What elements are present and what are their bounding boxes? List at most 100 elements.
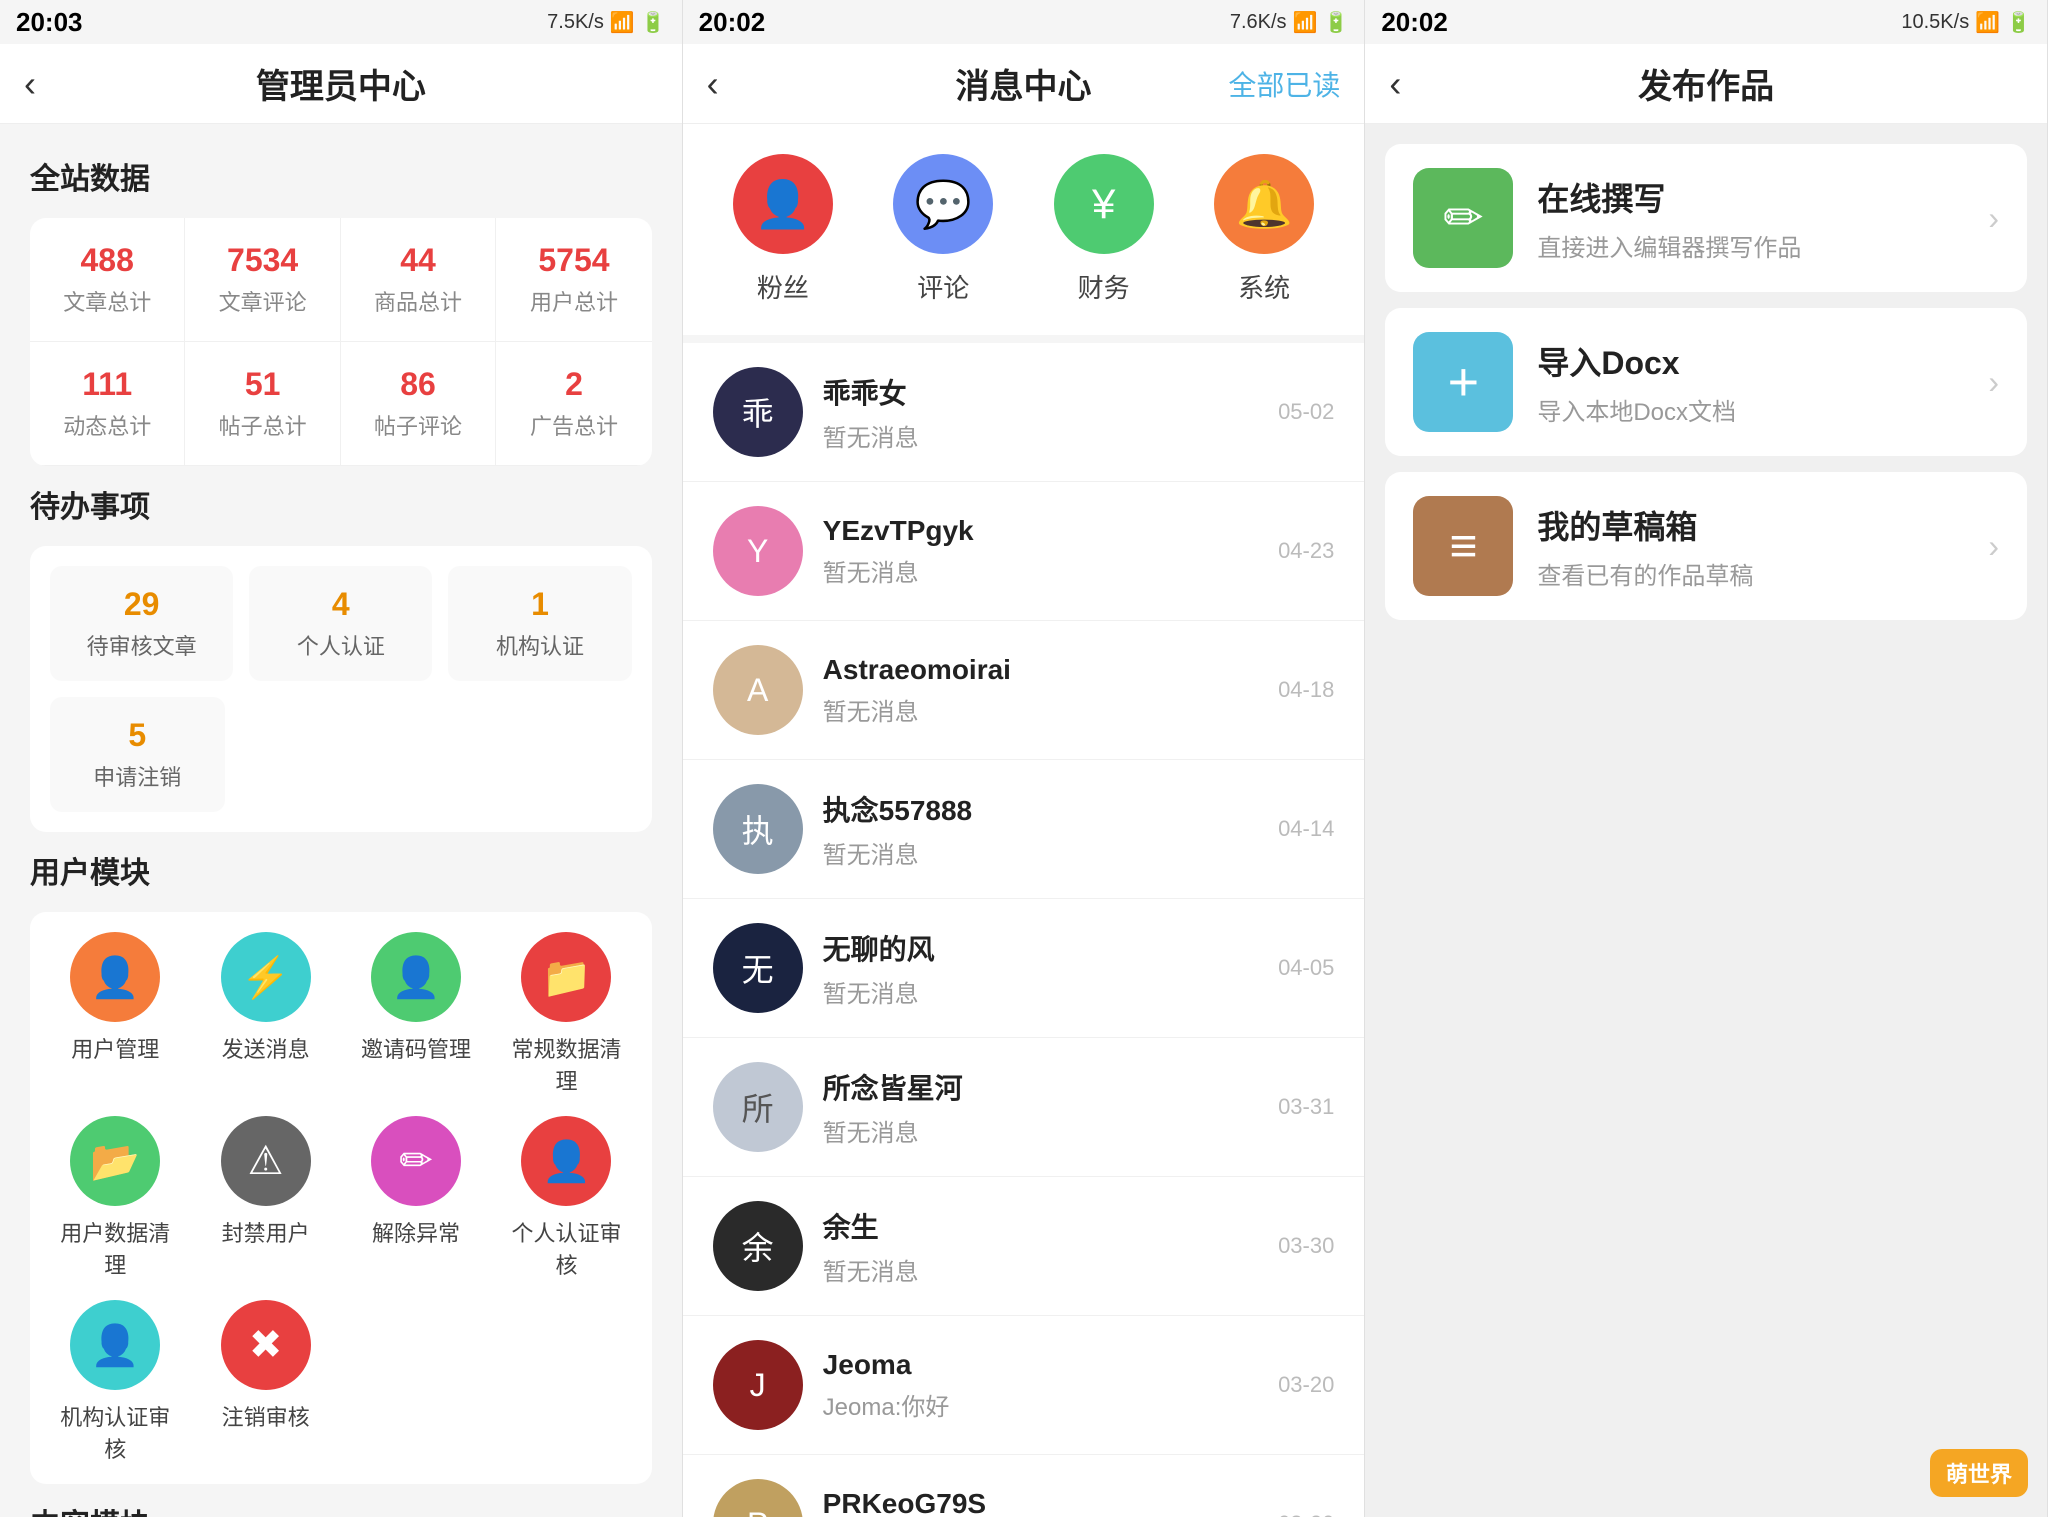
msg-preview-5: 暂无消息 [823,1113,1268,1148]
msg-preview-0: 暂无消息 [823,418,1268,453]
todo-num-pending: 29 [124,586,160,623]
stat-num-comments: 7534 [227,242,298,279]
module-personal-audit[interactable]: 👤 个人认证审核 [501,1116,631,1280]
msg-item-3[interactable]: 执 执念557888 暂无消息 04-14 [683,760,1365,899]
msg-content-4: 无聊的风 暂无消息 [823,928,1268,1009]
msg-time-4: 04-05 [1278,955,1334,981]
status-bar-admin: 20:03 7.5K/s 📶 🔋 [0,0,682,44]
system-icon-circle: 🔔 [1214,154,1314,254]
stat-item[interactable]: 86 帖子评论 [341,342,496,466]
stat-num-users: 5754 [538,242,609,279]
msg-preview-4: 暂无消息 [823,974,1268,1009]
battery-admin: 🔋 [641,10,666,35]
module-invite-code[interactable]: 👤 邀请码管理 [351,932,481,1096]
module-ban-user[interactable]: ⚠ 封禁用户 [200,1116,330,1280]
msg-item-6[interactable]: 余 余生 暂无消息 03-30 [683,1177,1365,1316]
stat-item[interactable]: 488 文章总计 [30,218,185,342]
todo-label-cancel: 申请注销 [93,760,181,792]
todo-cancel-apply[interactable]: 5 申请注销 [50,697,225,812]
stat-num-goods: 44 [400,242,436,279]
finance-label: 财务 [1078,268,1130,305]
module-send-msg[interactable]: ⚡ 发送消息 [200,932,330,1096]
drafts-title: 我的草稿箱 [1537,502,1988,548]
stat-item[interactable]: 2 广告总计 [496,342,651,466]
back-button-publish[interactable]: ‹ [1389,63,1401,105]
message-panel: 20:02 7.6K/s 📶 🔋 ‹ 消息中心 全部已读 👤 粉丝 💬 评论 ¥… [683,0,1366,1517]
msg-item-5[interactable]: 所 所念皆星河 暂无消息 03-31 [683,1038,1365,1177]
status-icons-publish: 10.5K/s 📶 🔋 [1901,10,2031,35]
module-unblock[interactable]: ✏ 解除异常 [351,1116,481,1280]
todo-grid: 29 待审核文章 4 个人认证 1 机构认证 [50,566,632,681]
category-comments[interactable]: 💬 评论 [893,154,993,305]
network-speed-publish: 10.5K/s [1901,11,1969,34]
publish-import-docx[interactable]: + 导入Docx 导入本地Docx文档 › [1385,308,2027,456]
status-bar-msg: 20:02 7.6K/s 📶 🔋 [683,0,1365,44]
todo-label-pending: 待审核文章 [87,629,197,661]
msg-item-1[interactable]: Y YEzvTPgyk 暂无消息 04-23 [683,482,1365,621]
stat-item[interactable]: 5754 用户总计 [496,218,651,342]
stat-label-users: 用户总计 [530,285,618,317]
time-admin: 20:03 [16,7,83,38]
back-button-admin[interactable]: ‹ [24,63,36,105]
import-docx-desc: 导入本地Docx文档 [1537,392,1988,427]
module-icon-cancelaudit: ✖ [221,1300,311,1390]
admin-title: 管理员中心 [256,59,426,108]
drafts-text: 我的草稿箱 查看已有的作品草稿 [1537,502,1988,591]
module-label-user: 用户管理 [71,1032,159,1064]
msg-title: 消息中心 [956,59,1092,108]
module-user-data-clean[interactable]: 📂 用户数据清理 [50,1116,180,1280]
category-system[interactable]: 🔔 系统 [1214,154,1314,305]
system-label: 系统 [1238,268,1290,305]
module-data-clean[interactable]: 📁 常规数据清理 [501,932,631,1096]
todo-num-org: 1 [531,586,549,623]
stat-num-posts: 51 [245,366,281,403]
msg-time-6: 03-30 [1278,1233,1334,1259]
todo-title: 待办事项 [30,482,652,526]
msg-name-5: 所念皆星河 [823,1067,1268,1107]
todo-label-org: 机构认证 [496,629,584,661]
stat-label-posts: 帖子总计 [219,409,307,441]
msg-item-8[interactable]: P PRKeoG79S 暂无消息 03-20 [683,1455,1365,1517]
module-org-audit[interactable]: 👤 机构认证审核 [50,1300,180,1464]
stat-item[interactable]: 51 帖子总计 [185,342,340,466]
msg-item-0[interactable]: 乖 乖乖女 暂无消息 05-02 [683,343,1365,482]
msg-preview-2: 暂无消息 [823,692,1268,727]
site-data-title: 全站数据 [30,154,652,198]
avatar-5: 所 [713,1062,803,1152]
mark-all-read-button[interactable]: 全部已读 [1228,64,1340,104]
user-module-section: 👤 用户管理 ⚡ 发送消息 👤 邀请码管理 📁 常规数据清理 📂 用 [30,912,652,1484]
publish-drafts[interactable]: ≡ 我的草稿箱 查看已有的作品草稿 › [1385,472,2027,620]
publish-header: ‹ 发布作品 [1365,44,2047,124]
back-button-msg[interactable]: ‹ [707,63,719,105]
module-cancel-audit[interactable]: ✖ 注销审核 [200,1300,330,1464]
todo-org-verify[interactable]: 1 机构认证 [448,566,631,681]
todo-pending-articles[interactable]: 29 待审核文章 [50,566,233,681]
stat-label-dynamic: 动态总计 [63,409,151,441]
publish-online-write[interactable]: ✏ 在线撰写 直接进入编辑器撰写作品 › [1385,144,2027,292]
msg-name-7: Jeoma [823,1349,1268,1381]
category-finance[interactable]: ¥ 财务 [1054,154,1154,305]
msg-content-7: Jeoma Jeoma:你好 [823,1349,1268,1422]
msg-item-4[interactable]: 无 无聊的风 暂无消息 04-05 [683,899,1365,1038]
msg-item-7[interactable]: J Jeoma Jeoma:你好 03-20 [683,1316,1365,1455]
network-speed-admin: 7.5K/s [547,11,604,34]
signal-icon: 📶 [610,10,635,35]
online-write-icon: ✏ [1413,168,1513,268]
module-user-management[interactable]: 👤 用户管理 [50,932,180,1096]
drafts-desc: 查看已有的作品草稿 [1537,556,1988,591]
category-fans[interactable]: 👤 粉丝 [733,154,833,305]
module-label-sendmsg: 发送消息 [222,1032,310,1064]
msg-header: ‹ 消息中心 全部已读 [683,44,1365,124]
stat-item[interactable]: 7534 文章评论 [185,218,340,342]
user-module-grid: 👤 用户管理 ⚡ 发送消息 👤 邀请码管理 📁 常规数据清理 📂 用 [50,932,632,1464]
stat-item[interactable]: 44 商品总计 [341,218,496,342]
todo-personal-verify[interactable]: 4 个人认证 [249,566,432,681]
comments-icon-circle: 💬 [893,154,993,254]
msg-item-2[interactable]: A Astraeomoirai 暂无消息 04-18 [683,621,1365,760]
module-icon-ban: ⚠ [221,1116,311,1206]
stat-label-comments: 文章评论 [219,285,307,317]
avatar-6: 余 [713,1201,803,1291]
module-label-ban: 封禁用户 [222,1216,310,1248]
publish-panel: 20:02 10.5K/s 📶 🔋 ‹ 发布作品 ✏ 在线撰写 直接进入编辑器撰… [1365,0,2048,1517]
stat-item[interactable]: 111 动态总计 [30,342,185,466]
